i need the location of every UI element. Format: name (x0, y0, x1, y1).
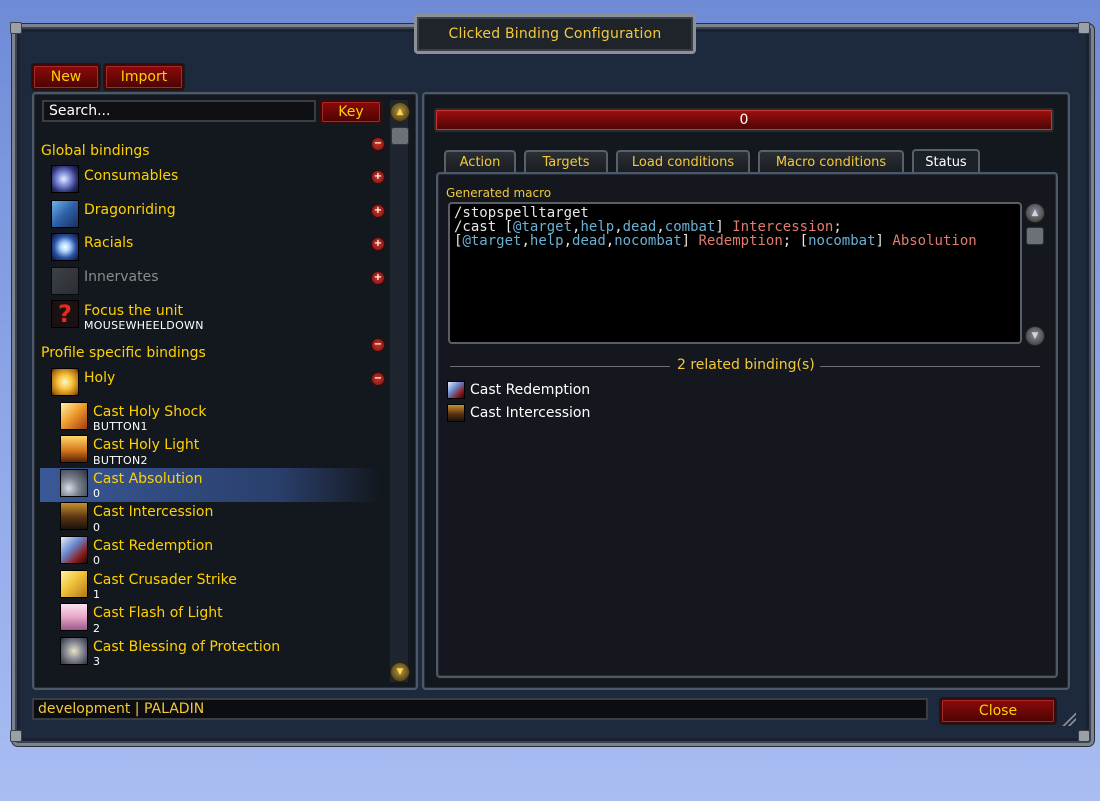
holy-light-icon (60, 435, 88, 463)
related-binding-intercession[interactable]: Cast Intercession (470, 405, 590, 421)
redemption-icon (60, 536, 88, 564)
expand-consumables-icon[interactable]: + (371, 170, 385, 184)
binding-cast-flash-of-light-key: 2 (93, 622, 101, 635)
collapse-profile-icon[interactable]: − (371, 338, 385, 352)
binding-cast-flash-of-light[interactable]: Cast Flash of Light (93, 605, 223, 621)
window-title: Clicked Binding Configuration (414, 14, 696, 54)
macro-scroll-thumb[interactable] (1026, 227, 1044, 245)
tab-load-conditions[interactable]: Load conditions (616, 150, 750, 172)
status-bar: development | PALADIN (32, 698, 928, 720)
consumables-icon (51, 165, 79, 193)
expand-racials-icon[interactable]: + (371, 237, 385, 251)
related-bindings-label: 2 related binding(s) (677, 357, 815, 373)
new-button[interactable]: New (32, 64, 100, 90)
scroll-up-icon[interactable]: ▲ (390, 102, 410, 122)
macro-scroll-down-icon[interactable]: ▼ (1025, 326, 1045, 346)
related-divider-right (820, 366, 1040, 367)
crusader-strike-icon (60, 570, 88, 598)
binding-innervates[interactable]: Innervates (84, 269, 159, 285)
import-button[interactable]: Import (104, 64, 184, 90)
selected-row-highlight (40, 468, 380, 502)
list-scrollbar[interactable] (390, 100, 408, 682)
frame-corner-bl (10, 730, 22, 742)
macro-scroll-up-icon[interactable]: ▲ (1025, 203, 1045, 223)
scroll-down-icon[interactable]: ▼ (390, 662, 410, 682)
expand-innervates-icon[interactable]: + (371, 271, 385, 285)
binding-cast-redemption[interactable]: Cast Redemption (93, 538, 213, 554)
expand-dragonriding-icon[interactable]: + (371, 204, 385, 218)
intercession-icon (60, 502, 88, 530)
question-mark-icon: ? (51, 300, 79, 328)
absolution-icon (60, 469, 88, 497)
holy-shock-icon (60, 402, 88, 430)
frame-corner-tl (10, 22, 22, 34)
profile-bindings-header[interactable]: Profile specific bindings (41, 345, 206, 361)
binding-key-bar: 0 (434, 108, 1054, 132)
binding-focus-the-unit-key: MOUSEWHEELDOWN (84, 319, 204, 332)
binding-cast-holy-shock-key: BUTTON1 (93, 420, 148, 433)
dragonriding-icon (51, 200, 79, 228)
binding-cast-absolution-key: 0 (93, 487, 101, 500)
key-button[interactable]: Key (320, 100, 382, 124)
search-input[interactable] (42, 100, 316, 122)
related-binding-redemption[interactable]: Cast Redemption (470, 382, 590, 398)
binding-cast-blessing-of-protection-key: 3 (93, 655, 101, 668)
frame-corner-tr (1078, 22, 1090, 34)
tab-macro-conditions[interactable]: Macro conditions (758, 150, 904, 172)
collapse-global-icon[interactable]: − (371, 137, 385, 151)
intercession-icon (447, 404, 465, 422)
binding-cast-blessing-of-protection[interactable]: Cast Blessing of Protection (93, 639, 280, 655)
binding-racials[interactable]: Racials (84, 235, 133, 251)
tab-action[interactable]: Action (444, 150, 516, 172)
binding-cast-intercession-key: 0 (93, 521, 101, 534)
binding-cast-absolution[interactable]: Cast Absolution (93, 471, 203, 487)
innervates-icon (51, 267, 79, 295)
binding-cast-crusader-strike[interactable]: Cast Crusader Strike (93, 572, 237, 588)
global-bindings-header[interactable]: Global bindings (41, 143, 150, 159)
frame-corner-br (1078, 730, 1090, 742)
redemption-icon (447, 381, 465, 399)
tab-status[interactable]: Status (912, 149, 980, 173)
generated-macro-label: Generated macro (446, 186, 552, 200)
tab-targets[interactable]: Targets (524, 150, 608, 172)
flash-of-light-icon (60, 603, 88, 631)
binding-focus-the-unit[interactable]: Focus the unit (84, 303, 183, 319)
holy-icon (51, 368, 79, 396)
blessing-of-protection-icon (60, 637, 88, 665)
group-holy[interactable]: Holy (84, 370, 115, 386)
binding-cast-holy-shock[interactable]: Cast Holy Shock (93, 404, 206, 420)
scroll-thumb[interactable] (391, 127, 409, 145)
binding-consumables[interactable]: Consumables (84, 168, 178, 184)
binding-cast-intercession[interactable]: Cast Intercession (93, 504, 213, 520)
resize-grip-icon[interactable] (1062, 712, 1076, 726)
macro-line-1: /stopspelltarget (454, 205, 589, 221)
macro-line-3: [@target,help,dead,nocombat] Redemption;… (454, 233, 977, 249)
binding-cast-crusader-strike-key: 1 (93, 588, 101, 601)
binding-cast-holy-light[interactable]: Cast Holy Light (93, 437, 199, 453)
racials-icon (51, 233, 79, 261)
generated-macro-text[interactable]: /stopspelltarget /cast [@target,help,dea… (448, 202, 1022, 344)
binding-dragonriding[interactable]: Dragonriding (84, 202, 176, 218)
binding-cast-redemption-key: 0 (93, 554, 101, 567)
binding-cast-holy-light-key: BUTTON2 (93, 454, 148, 467)
related-divider-left (450, 366, 670, 367)
collapse-holy-icon[interactable]: − (371, 372, 385, 386)
close-button[interactable]: Close (940, 698, 1056, 724)
macro-line-2: /cast [@target,help,dead,combat] Interce… (454, 219, 842, 235)
